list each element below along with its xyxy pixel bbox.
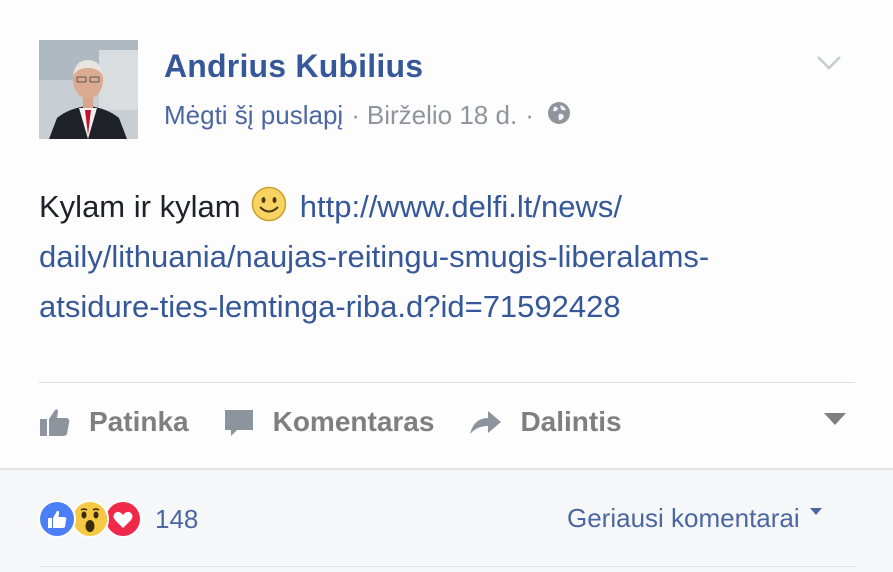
comments-sort-label: Geriausi komentarai bbox=[567, 503, 800, 533]
share-button[interactable]: Dalintis bbox=[468, 406, 622, 438]
globe-icon bbox=[547, 101, 571, 125]
comment-button[interactable]: Komentaras bbox=[223, 406, 435, 438]
reactions-summary[interactable]: 148 bbox=[38, 499, 198, 539]
meta-separator: · bbox=[525, 100, 534, 130]
post-content: Kylam ir kylam http://www.delfi.lt/news/… bbox=[39, 182, 839, 332]
post-date[interactable]: Birželio 18 d. bbox=[367, 100, 517, 131]
like-reaction-icon bbox=[38, 500, 76, 538]
author-name[interactable]: Andrius Kubilius bbox=[164, 48, 423, 85]
love-reaction-icon bbox=[104, 500, 142, 538]
avatar-photo bbox=[39, 40, 138, 139]
post-card: Andrius Kubilius Mėgti šį puslapį · Birž… bbox=[0, 0, 893, 468]
post-meta: Mėgti šį puslapį · Birželio 18 d. · bbox=[164, 100, 571, 131]
share-label: Dalintis bbox=[520, 406, 622, 437]
post-text-line: Kylam ir kylam http://www.delfi.lt/news/ bbox=[39, 182, 839, 232]
speech-bubble-icon bbox=[224, 410, 253, 436]
caret-down-icon bbox=[809, 508, 822, 515]
share-arrow-icon bbox=[470, 411, 502, 434]
divider bbox=[39, 566, 855, 567]
divider bbox=[39, 382, 855, 383]
thumbs-up-icon bbox=[40, 409, 70, 436]
like-button[interactable]: Patinka bbox=[39, 406, 189, 438]
comments-sort-dropdown[interactable]: Geriausi komentarai bbox=[567, 503, 822, 534]
action-bar: Patinka Komentaras Dalintis bbox=[39, 400, 656, 444]
like-page-link[interactable]: Mėgti šį puslapį bbox=[164, 100, 343, 131]
wow-reaction-icon bbox=[71, 500, 109, 538]
chevron-down-icon[interactable] bbox=[815, 54, 843, 72]
post-link-continued[interactable]: atsidure-ties-lemtinga-riba.d?id=7159242… bbox=[39, 289, 621, 324]
smiley-emoji-icon bbox=[251, 186, 287, 222]
post-text: Kylam ir kylam bbox=[39, 189, 241, 224]
section-divider bbox=[0, 468, 893, 470]
caret-down-icon[interactable] bbox=[823, 412, 847, 426]
meta-separator: · bbox=[351, 100, 360, 130]
like-label: Patinka bbox=[89, 406, 189, 437]
reaction-count[interactable]: 148 bbox=[155, 504, 198, 535]
author-avatar[interactable] bbox=[39, 40, 138, 139]
post-link-continued[interactable]: daily/lithuania/naujas-reitingu-smugis-l… bbox=[39, 239, 709, 274]
comment-label: Komentaras bbox=[272, 406, 435, 437]
post-link[interactable]: http://www.delfi.lt/news/ bbox=[300, 189, 622, 224]
